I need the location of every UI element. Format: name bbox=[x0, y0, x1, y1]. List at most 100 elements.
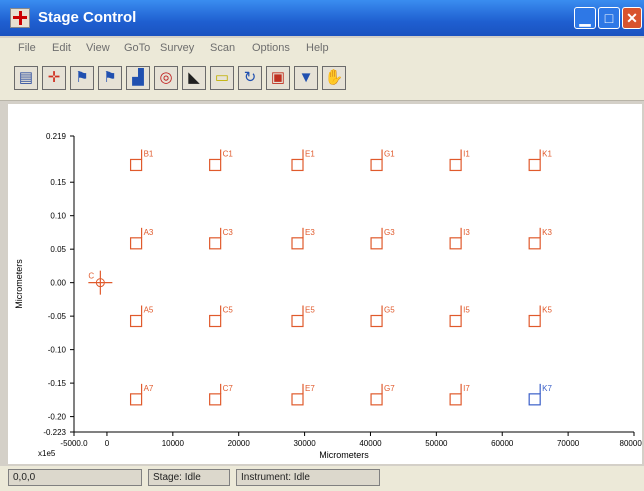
stage-point-label: G5 bbox=[384, 306, 395, 315]
stage-point-label: I7 bbox=[463, 384, 470, 393]
y-axis-label: Micrometers bbox=[14, 259, 24, 309]
stage-point-label: E1 bbox=[305, 149, 315, 158]
plot-area[interactable]: 0.219 0.15 0.10 0.05 0.00 -0.05 -0.10 -0.15 -0.2… bbox=[8, 104, 644, 464]
stage-point-marker[interactable] bbox=[291, 314, 304, 328]
x-tick-label: 70000 bbox=[557, 439, 580, 448]
stage-point-label: C3 bbox=[223, 228, 234, 237]
stage-point-label: K7 bbox=[542, 384, 552, 393]
stage-point-label: K1 bbox=[542, 149, 552, 158]
menu-help[interactable]: Help bbox=[306, 42, 329, 54]
stage-point-marker[interactable] bbox=[528, 158, 541, 172]
x-tick-label: 40000 bbox=[359, 439, 382, 448]
stage-point-label: E3 bbox=[305, 228, 315, 237]
boot-icon[interactable]: ◣ bbox=[182, 66, 206, 90]
toolbar: ▤ ✛ ⚑ ⚑ ▟ ◎ ◣ ▭ ↻ ▣ ▼ ✋ bbox=[0, 60, 644, 101]
y-tick-label: 0.15 bbox=[50, 178, 66, 187]
crosshair-move-icon[interactable]: ✛ bbox=[42, 66, 66, 90]
stage-point-marker[interactable] bbox=[370, 314, 383, 328]
y-tick-label: 0.10 bbox=[50, 212, 66, 221]
stage-point-marker[interactable] bbox=[209, 314, 222, 328]
open-file-icon[interactable]: ▤ bbox=[14, 66, 38, 90]
title-bar[interactable]: Stage Control ▁ □ ✕ bbox=[0, 0, 644, 36]
chart-icon[interactable]: ▟ bbox=[126, 66, 150, 90]
window-title: Stage Control bbox=[38, 9, 137, 26]
stage-point-label: B1 bbox=[144, 149, 154, 158]
y-tick-label: -0.10 bbox=[48, 346, 67, 355]
scan-image-icon[interactable]: ▭ bbox=[210, 66, 234, 90]
status-stage: Stage: Idle bbox=[148, 469, 230, 486]
y-tick-label: 0.05 bbox=[50, 245, 66, 254]
menu-survey[interactable]: Survey bbox=[160, 42, 194, 54]
stage-map-chart[interactable]: 0.219 0.15 0.10 0.05 0.00 -0.05 -0.10 -0.15 -0.2… bbox=[8, 104, 644, 464]
stage-point-label: G1 bbox=[384, 149, 395, 158]
menu-file[interactable]: File bbox=[18, 42, 36, 54]
add-flag-icon[interactable]: ⚑ bbox=[70, 66, 94, 90]
y-tick-label: 0.00 bbox=[50, 279, 66, 288]
stage-point-label: E7 bbox=[305, 384, 315, 393]
stage-point-marker[interactable] bbox=[370, 158, 383, 172]
stage-point-marker[interactable] bbox=[209, 237, 222, 250]
menu-view[interactable]: View bbox=[86, 42, 110, 54]
x-tick-label: 80000.0 bbox=[620, 439, 642, 448]
stop-hand-icon[interactable]: ✋ bbox=[322, 66, 346, 90]
stage-wheel-icon[interactable]: ◎ bbox=[154, 66, 178, 90]
stage-point-marker[interactable] bbox=[528, 393, 541, 406]
stage-point-marker[interactable] bbox=[449, 158, 462, 172]
app-icon[interactable] bbox=[10, 8, 30, 28]
stage-point-label: G7 bbox=[384, 384, 395, 393]
filter-icon[interactable]: ▼ bbox=[294, 66, 318, 90]
stage-point-marker[interactable] bbox=[291, 158, 304, 172]
refresh-icon[interactable]: ↻ bbox=[238, 66, 262, 90]
status-bar: 0,0,0 Stage: Idle Instrument: Idle bbox=[0, 466, 644, 491]
cursor-label: C bbox=[88, 272, 94, 281]
stage-point-marker[interactable] bbox=[129, 158, 143, 172]
stage-point-label: A7 bbox=[144, 384, 154, 393]
menu-edit[interactable]: Edit bbox=[52, 42, 71, 54]
menu-scan[interactable]: Scan bbox=[210, 42, 235, 54]
stage-point-marker[interactable] bbox=[291, 237, 304, 250]
maximize-button[interactable]: □ bbox=[598, 7, 620, 29]
flag-list-icon[interactable]: ⚑ bbox=[98, 66, 122, 90]
record-icon[interactable]: ▣ bbox=[266, 66, 290, 90]
stage-point-marker[interactable] bbox=[129, 314, 143, 328]
stage-point-marker[interactable] bbox=[370, 237, 383, 250]
menu-bar: File Edit View GoTo Survey Scan Options … bbox=[0, 38, 644, 60]
stage-point-label: C5 bbox=[223, 306, 234, 315]
stage-point-label: A3 bbox=[144, 228, 154, 237]
menu-options[interactable]: Options bbox=[252, 42, 290, 54]
menu-goto[interactable]: GoTo bbox=[124, 42, 150, 54]
stage-point-label: I3 bbox=[463, 228, 470, 237]
y-tick-label: -0.15 bbox=[48, 379, 67, 388]
stage-point-marker[interactable] bbox=[449, 393, 462, 406]
stage-point-label: K5 bbox=[542, 306, 552, 315]
stage-point-label: I5 bbox=[463, 306, 470, 315]
stage-point-marker[interactable] bbox=[209, 393, 222, 406]
stage-point-label: G3 bbox=[384, 228, 395, 237]
stage-point-marker[interactable] bbox=[129, 393, 143, 406]
x-tick-label: 60000 bbox=[491, 439, 514, 448]
stage-control-window: Stage Control ▁ □ ✕ File Edit View GoTo … bbox=[0, 0, 644, 491]
y-tick-label: 0.219 bbox=[46, 132, 67, 141]
stage-point-marker[interactable] bbox=[129, 237, 143, 250]
stage-point-label: A5 bbox=[144, 306, 154, 315]
y-tick-label: -0.20 bbox=[48, 413, 67, 422]
minimize-button[interactable]: ▁ bbox=[574, 7, 596, 29]
stage-point-marker[interactable] bbox=[449, 314, 462, 328]
x-exponent-label: x1e5 bbox=[38, 449, 56, 458]
stage-point-marker[interactable] bbox=[370, 393, 383, 406]
stage-point-label: E5 bbox=[305, 306, 315, 315]
stage-point-marker[interactable] bbox=[449, 237, 462, 250]
x-tick-label: 50000 bbox=[425, 439, 448, 448]
stage-point-marker[interactable] bbox=[528, 237, 541, 250]
close-button[interactable]: ✕ bbox=[622, 7, 642, 29]
y-tick-label: -0.05 bbox=[48, 312, 67, 321]
stage-point-label: K3 bbox=[542, 228, 552, 237]
stage-point-marker[interactable] bbox=[528, 314, 541, 328]
stage-point-label: C1 bbox=[223, 149, 234, 158]
y-tick-label: -0.223 bbox=[43, 428, 66, 437]
x-axis-label: Micrometers bbox=[319, 450, 369, 460]
stage-point-marker[interactable] bbox=[209, 158, 222, 172]
x-tick-label: 0 bbox=[105, 439, 110, 448]
stage-point-marker[interactable] bbox=[291, 393, 304, 406]
stage-point-label: C7 bbox=[223, 384, 234, 393]
